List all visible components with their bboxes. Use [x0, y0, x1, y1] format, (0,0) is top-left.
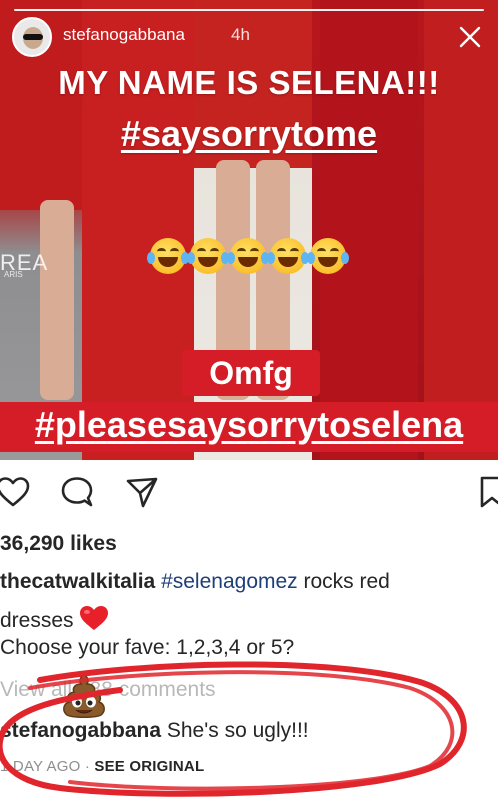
caption-username[interactable]: thecatwalkitalia	[0, 570, 155, 593]
background-brand-subtext: ARIS	[4, 270, 23, 279]
laughing-emoji	[187, 238, 229, 274]
comment-meta: 1 DAY AGO · SEE ORIGINAL	[0, 758, 204, 775]
avatar[interactable]	[12, 17, 52, 57]
story-text-omfg: Omfg	[209, 355, 293, 391]
comment-row: stefanogabbana She's so ugly!!!	[0, 719, 309, 743]
close-icon[interactable]	[458, 25, 482, 49]
bookmark-icon[interactable]	[478, 476, 498, 508]
story-hashtag-line: #saysorrytome	[120, 113, 378, 154]
laughing-emoji	[147, 238, 189, 274]
story-hashtag-line-2: #pleasesaysorrytoselena	[34, 404, 464, 445]
poop-emoji	[63, 674, 105, 718]
view-all-comments-link[interactable]: View all 788 comments	[0, 678, 216, 702]
story-progress-bar	[14, 9, 484, 11]
comment-username[interactable]: stefanogabbana	[0, 719, 161, 742]
legs	[40, 200, 74, 400]
story-timestamp: 4h	[231, 25, 250, 44]
caption-line-2: dresses	[0, 605, 109, 633]
share-icon[interactable]	[125, 476, 159, 508]
comment-icon[interactable]	[60, 476, 94, 508]
laughing-emoji-row	[147, 238, 350, 278]
comment-text: She's so ugly!!!	[161, 719, 309, 742]
laughing-emoji	[307, 238, 349, 274]
story-text-line-1: MY NAME IS SELENA!!!	[58, 64, 440, 101]
likes-count[interactable]: 36,290 likes	[0, 532, 117, 556]
comment-age: 1 DAY AGO	[0, 758, 81, 775]
meta-separator: ·	[80, 758, 95, 775]
heart-icon[interactable]	[0, 476, 30, 508]
caption-line-1: thecatwalkitalia #selenagomez rocks red	[0, 570, 390, 594]
story-media[interactable]: REA ARIS stefanogabbana 4h MY NAME IS SE…	[0, 0, 498, 460]
laughing-emoji	[227, 238, 269, 274]
heart-emoji	[80, 606, 109, 630]
laughing-emoji	[267, 238, 309, 274]
caption-text: dresses	[0, 609, 74, 632]
see-original-link[interactable]: SEE ORIGINAL	[94, 758, 204, 775]
caption-hashtag[interactable]: #selenagomez	[161, 570, 298, 593]
caption-line-3: Choose your fave: 1,2,3,4 or 5?	[0, 636, 295, 659]
caption-text: rocks red	[297, 570, 390, 593]
story-username[interactable]: stefanogabbana	[63, 25, 185, 45]
